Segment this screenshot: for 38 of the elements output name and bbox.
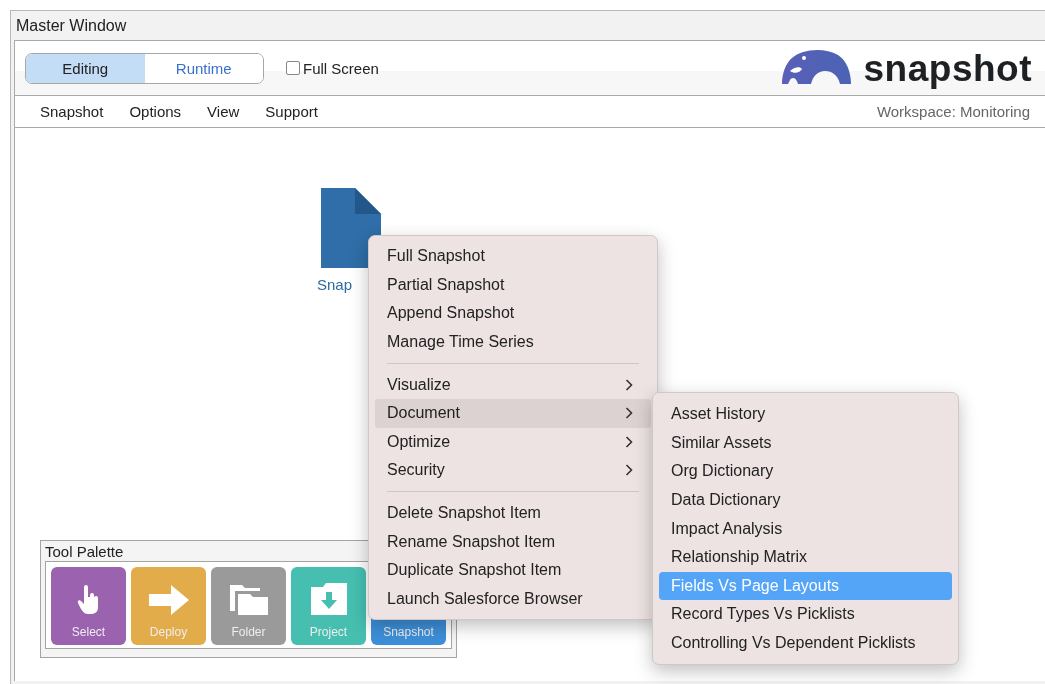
submenu-item[interactable]: Record Types Vs Picklists [659,600,952,629]
submenu-item[interactable]: Impact Analysis [659,514,952,543]
workspace-label: Workspace: Monitoring [876,103,1030,120]
submenu-item[interactable]: Relationship Matrix [659,542,952,572]
menu-item[interactable]: Optimize [375,427,651,457]
submenu-item[interactable]: Data Dictionary [659,485,952,515]
submenu-item[interactable]: Asset History [659,400,952,429]
menu-item[interactable]: Append Snapshot [375,299,651,328]
logo-text: snapshot [863,49,1032,89]
menu-item[interactable]: Manage Time Series [375,327,651,357]
menu-item[interactable]: Visualize [375,370,651,399]
submenu-item[interactable]: Controlling Vs Dependent Picklists [659,628,952,658]
mode-tab[interactable]: Editing [26,53,145,83]
menu-item[interactable]: Rename Snapshot Item [375,527,651,556]
menu-bar-item[interactable]: Options [129,103,182,120]
item-label: Snap [317,276,353,293]
checkbox[interactable] [286,61,300,75]
palette-title: Tool Palette [45,543,125,561]
menu-item[interactable]: Document [375,398,651,428]
menu-item[interactable]: Launch Salesforce Browser [375,584,651,614]
elephant-icon [779,47,852,85]
menu-item[interactable]: Security [375,456,651,485]
hand-icon [76,585,101,615]
menu-item[interactable]: Full Snapshot [375,242,651,271]
menu-item[interactable]: Partial Snapshot [375,270,651,300]
tool-button[interactable]: Select [51,567,126,645]
checkbox-label: Full Screen [303,59,379,77]
arrow-icon [148,585,189,615]
download-folder-icon [310,583,347,615]
menu-bar-item[interactable]: Snapshot [40,103,104,120]
submenu-item[interactable]: Org Dictionary [659,457,952,486]
menu-bar-item[interactable]: Support [265,103,318,120]
menu-bar-item[interactable]: View [207,103,240,120]
menu-item[interactable]: Delete Snapshot Item [375,498,651,528]
window-title: Master Window [16,16,127,35]
document-icon[interactable] [321,188,381,268]
menu-item[interactable]: Duplicate Snapshot Item [375,555,651,585]
submenu-item[interactable]: Similar Assets [659,428,952,458]
